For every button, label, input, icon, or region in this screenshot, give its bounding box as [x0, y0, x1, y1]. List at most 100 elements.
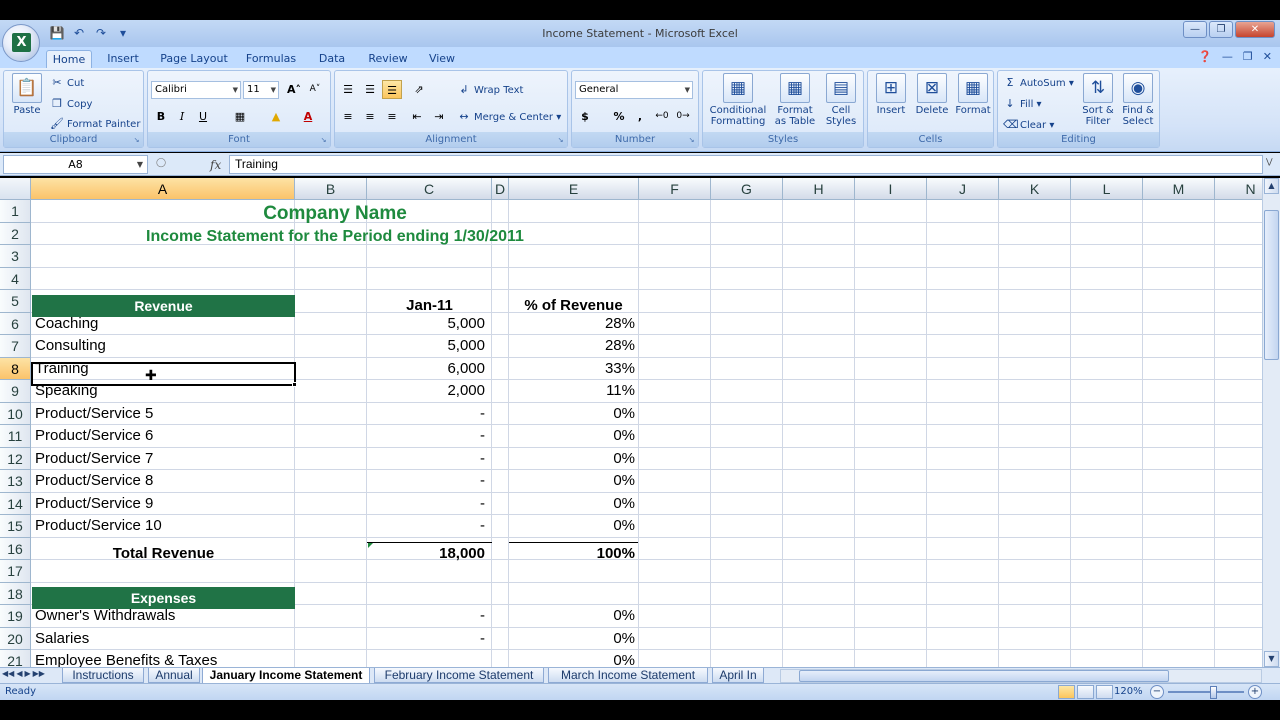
company-name-title[interactable]: Company Name	[31, 203, 639, 225]
line-item-amount[interactable]: 5,000	[367, 335, 485, 358]
align-left-icon[interactable]: ≡	[338, 107, 358, 126]
currency-button[interactable]: $	[575, 107, 595, 126]
tab-home[interactable]: Home	[46, 50, 92, 68]
dialog-launcher-icon[interactable]: ↘	[687, 136, 696, 145]
statement-title[interactable]: Income Statement for the Period ending 1…	[31, 228, 639, 246]
copy-button[interactable]: ❐ Copy	[50, 97, 92, 111]
horizontal-scrollbar[interactable]	[780, 669, 1262, 683]
line-item-pct[interactable]: 0%	[509, 448, 635, 471]
zoom-in-icon[interactable]: +	[1248, 685, 1262, 699]
align-top-icon[interactable]: ☰	[338, 80, 358, 99]
expand-formula-bar-icon[interactable]: ⋁	[1266, 157, 1278, 172]
row-header-4[interactable]: 4	[0, 267, 31, 290]
line-item-name[interactable]: Product/Service 8	[35, 470, 293, 493]
row-header-20[interactable]: 20	[0, 627, 31, 650]
increase-decimal-icon[interactable]: ←0	[652, 107, 672, 126]
line-item-pct[interactable]: 0%	[509, 470, 635, 493]
next-sheet-icon[interactable]: ▶	[24, 669, 30, 678]
horizontal-scroll-thumb[interactable]	[799, 670, 1169, 682]
bold-button[interactable]: B	[151, 107, 171, 126]
line-item-pct[interactable]: 0%	[509, 628, 635, 651]
fill-color-icon[interactable]: ▲	[266, 107, 286, 126]
row-header-12[interactable]: 12	[0, 447, 31, 470]
office-button[interactable]: X	[2, 24, 40, 62]
close-icon[interactable]: ✕	[1235, 21, 1275, 38]
zoom-slider-thumb[interactable]	[1210, 686, 1217, 699]
line-item-pct[interactable]: 11%	[509, 380, 635, 403]
vertical-scroll-thumb[interactable]	[1264, 210, 1279, 360]
grow-font-button[interactable]: A˄	[284, 80, 304, 99]
first-sheet-icon[interactable]: ◀◀	[2, 669, 14, 678]
tab-review[interactable]: Review	[364, 50, 412, 68]
page-break-view-icon[interactable]	[1096, 685, 1113, 699]
page-layout-view-icon[interactable]	[1077, 685, 1094, 699]
line-item-amount[interactable]: -	[367, 448, 485, 471]
row-header-19[interactable]: 19	[0, 605, 31, 628]
sheet-tab-instructions[interactable]: Instructions	[62, 668, 144, 683]
row-header-15[interactable]: 15	[0, 515, 31, 538]
italic-button[interactable]: I	[172, 107, 192, 126]
column-header-b[interactable]: B	[295, 178, 367, 200]
line-item-pct[interactable]: 0%	[509, 425, 635, 448]
line-item-name[interactable]: Employee Benefits & Taxes	[35, 650, 293, 667]
column-header-h[interactable]: H	[783, 178, 855, 200]
worksheet-grid[interactable]: ABCDEFGHIJKLMN 1 2 3 4 5 6 7 8 9 10 11 12 13 14 15 16 17…	[0, 178, 1262, 667]
wrap-text-button[interactable]: ↲ Wrap Text	[457, 83, 523, 97]
align-bottom-icon[interactable]: ☰	[382, 80, 402, 99]
line-item-name[interactable]: Consulting	[35, 335, 293, 358]
line-item-name[interactable]: Owner's Withdrawals	[35, 605, 293, 628]
fill-handle[interactable]	[292, 382, 297, 387]
sheet-tab-annual[interactable]: Annual	[148, 668, 200, 683]
expand-circle-icon[interactable]: ◯	[156, 158, 166, 168]
line-item-amount[interactable]: 2,000	[367, 380, 485, 403]
line-item-pct[interactable]: 0%	[509, 605, 635, 628]
tab-view[interactable]: View	[424, 50, 460, 68]
scroll-up-icon[interactable]: ▲	[1264, 178, 1279, 194]
font-size-select[interactable]: 11 ▼	[243, 81, 279, 99]
clear-button[interactable]: ⌫Clear ▾	[1003, 118, 1054, 132]
comma-button[interactable]: ,	[630, 107, 650, 126]
row-header-9[interactable]: 9	[0, 380, 31, 403]
line-item-pct[interactable]: 28%	[509, 313, 635, 336]
line-item-amount[interactable]: 5,000	[367, 313, 485, 336]
prev-sheet-icon[interactable]: ◀	[16, 669, 22, 678]
dialog-launcher-icon[interactable]: ↘	[132, 136, 141, 145]
dialog-launcher-icon[interactable]: ↘	[556, 136, 565, 145]
insert-function-icon[interactable]: fx	[210, 158, 221, 172]
autosum-button[interactable]: Σ AutoSum ▾	[1003, 76, 1074, 90]
line-item-pct[interactable]: 0%	[509, 650, 635, 667]
font-color-button[interactable]: A	[298, 107, 318, 126]
column-header-e[interactable]: E	[509, 178, 639, 200]
underline-button[interactable]: U	[193, 107, 213, 126]
row-header-10[interactable]: 10	[0, 402, 31, 425]
sort-filter-button[interactable]: ⇅ Sort & Filter	[1078, 73, 1118, 127]
active-cell-selection[interactable]	[31, 362, 296, 386]
total-revenue-pct[interactable]: 100%	[509, 543, 635, 565]
help-icon[interactable]: ❓	[1198, 50, 1212, 63]
find-select-button[interactable]: ◉ Find & Select	[1118, 73, 1158, 127]
select-all-corner[interactable]	[0, 178, 31, 200]
ribbon-restore-icon[interactable]: ❐	[1243, 50, 1253, 63]
decrease-decimal-icon[interactable]: 0→	[673, 107, 693, 126]
align-middle-icon[interactable]: ☰	[360, 80, 380, 99]
line-item-amount[interactable]: -	[367, 470, 485, 493]
column-header-m[interactable]: M	[1143, 178, 1215, 200]
line-item-pct[interactable]: 0%	[509, 493, 635, 516]
column-header-l[interactable]: L	[1071, 178, 1143, 200]
sheet-tab-february[interactable]: February Income Statement	[374, 668, 544, 683]
tab-page-layout[interactable]: Page Layout	[158, 50, 230, 68]
font-name-select[interactable]: Calibri ▼	[151, 81, 241, 99]
row-header-8[interactable]: 8	[0, 357, 31, 380]
column-header-g[interactable]: G	[711, 178, 783, 200]
conditional-formatting-button[interactable]: ▦ Conditional Formatting	[707, 73, 769, 127]
cell-styles-button[interactable]: ▤ Cell Styles	[821, 73, 861, 127]
line-item-amount[interactable]: -	[367, 605, 485, 628]
line-item-pct[interactable]: 0%	[509, 515, 635, 538]
align-right-icon[interactable]: ≡	[382, 107, 402, 126]
tab-formulas[interactable]: Formulas	[242, 50, 300, 68]
merge-center-button[interactable]: ↔ Merge & Center ▾	[457, 110, 561, 124]
line-item-amount[interactable]: -	[367, 628, 485, 651]
row-header-18[interactable]: 18	[0, 582, 31, 605]
vertical-scrollbar[interactable]: ▲ ▼	[1262, 178, 1280, 667]
sheet-tab-january[interactable]: January Income Statement	[202, 668, 370, 684]
